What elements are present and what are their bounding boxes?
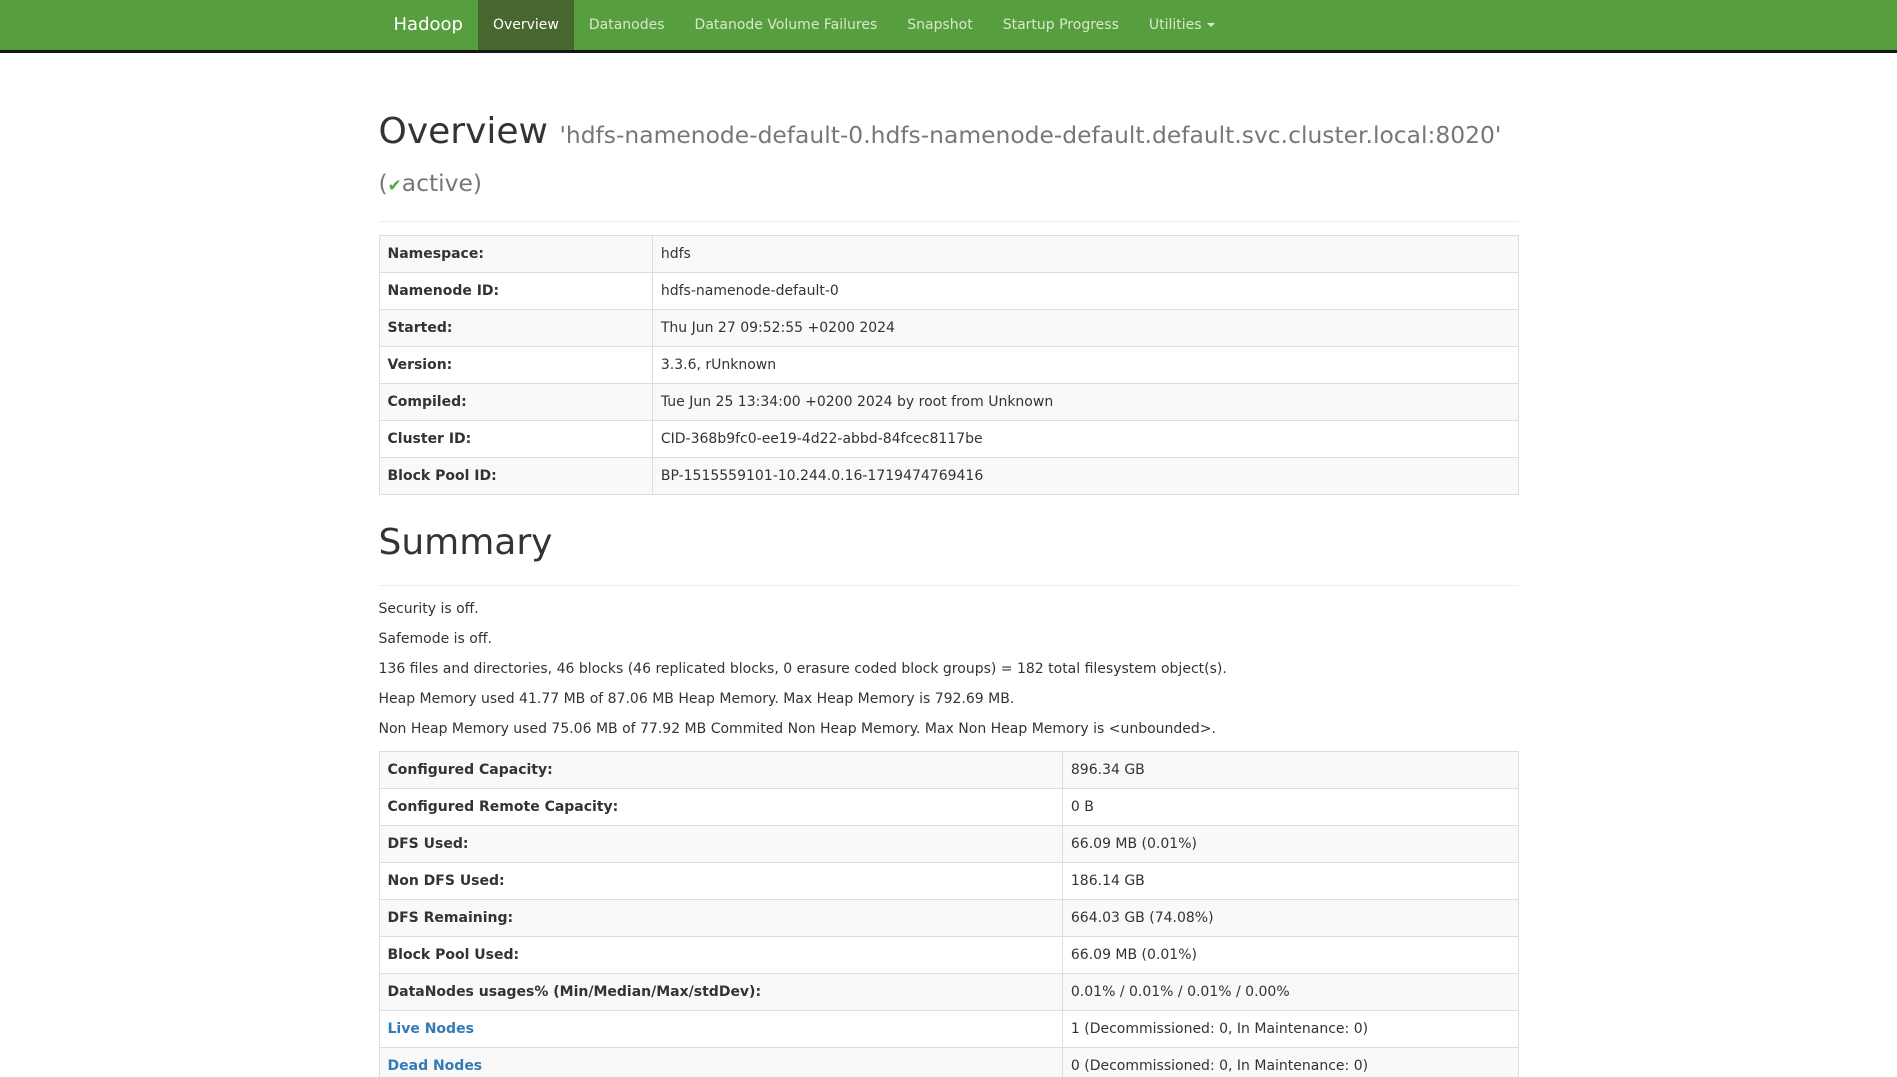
row-value: CID-368b9fc0-ee19-4d22-abbd-84fcec8117be <box>652 421 1518 458</box>
navbar-menu: OverviewDatanodesDatanode Volume Failure… <box>478 0 1230 50</box>
main-content: Overview 'hdfs-namenode-default-0.hdfs-n… <box>364 108 1534 1077</box>
row-label: Non DFS Used: <box>379 862 1062 899</box>
table-row: Cluster ID:CID-368b9fc0-ee19-4d22-abbd-8… <box>379 421 1518 458</box>
table-row: Live Nodes 1 (Decommissioned: 0, In Maint… <box>379 1010 1518 1047</box>
nav-item: Overview <box>478 0 574 50</box>
row-value: Thu Jun 27 09:52:55 +0200 2024 <box>652 310 1518 347</box>
table-row: Compiled:Tue Jun 25 13:34:00 +0200 2024 … <box>379 384 1518 421</box>
row-label: Dead Nodes <box>379 1047 1062 1077</box>
namenode-info-table: Namespace:hdfsNamenode ID:hdfs-namenode-… <box>379 235 1519 495</box>
nav-item: Datanode Volume Failures <box>680 0 893 50</box>
nav-item: Startup Progress <box>988 0 1134 50</box>
summary-heading: Summary <box>379 519 1519 567</box>
row-label: Namenode ID: <box>379 273 652 310</box>
summary-line: Heap Memory used 41.77 MB of 87.06 MB He… <box>379 689 1519 709</box>
table-row: Started:Thu Jun 27 09:52:55 +0200 2024 <box>379 310 1518 347</box>
row-value: 66.09 MB (0.01%) <box>1062 825 1518 862</box>
check-icon: ✔ <box>388 175 402 195</box>
table-row: Dead Nodes 0 (Decommissioned: 0, In Maint… <box>379 1047 1518 1077</box>
nav-link-snapshot[interactable]: Snapshot <box>892 0 987 50</box>
row-label: DFS Remaining: <box>379 899 1062 936</box>
page-title-text: Overview <box>379 111 549 152</box>
table-row: Block Pool ID:BP-1515559101-10.244.0.16-… <box>379 458 1518 495</box>
row-value: 0 B <box>1062 788 1518 825</box>
row-value: 1 (Decommissioned: 0, In Maintenance: 0) <box>1062 1010 1518 1047</box>
row-value: BP-1515559101-10.244.0.16-1719474769416 <box>652 458 1518 495</box>
table-row: Version:3.3.6, rUnknown <box>379 347 1518 384</box>
row-value: 3.3.6, rUnknown <box>652 347 1518 384</box>
row-label: Configured Capacity: <box>379 751 1062 788</box>
nav-link-datanode-volume-failures[interactable]: Datanode Volume Failures <box>680 0 893 50</box>
nav-link-startup-progress[interactable]: Startup Progress <box>988 0 1134 50</box>
row-label: Block Pool ID: <box>379 458 652 495</box>
table-row: Non DFS Used:186.14 GB <box>379 862 1518 899</box>
table-row: Configured Remote Capacity:0 B <box>379 788 1518 825</box>
table-row: Configured Capacity:896.34 GB <box>379 751 1518 788</box>
row-value: Tue Jun 25 13:34:00 +0200 2024 by root f… <box>652 384 1518 421</box>
row-value: 0 (Decommissioned: 0, In Maintenance: 0) <box>1062 1047 1518 1077</box>
live-nodes-link[interactable]: Live Nodes <box>388 1021 474 1037</box>
row-label: DFS Used: <box>379 825 1062 862</box>
row-label: Block Pool Used: <box>379 936 1062 973</box>
row-label: Namespace: <box>379 236 652 273</box>
table-row: DFS Remaining:664.03 GB (74.08%) <box>379 899 1518 936</box>
row-label: Started: <box>379 310 652 347</box>
table-row: DataNodes usages% (Min/Median/Max/stdDev… <box>379 973 1518 1010</box>
row-value: hdfs-namenode-default-0 <box>652 273 1518 310</box>
row-value: 66.09 MB (0.01%) <box>1062 936 1518 973</box>
summary-paragraphs: Security is off. Safemode is off. 136 file… <box>379 599 1519 739</box>
nav-item: Datanodes <box>574 0 680 50</box>
dead-nodes-link[interactable]: Dead Nodes <box>388 1058 483 1074</box>
divider <box>379 585 1519 586</box>
namenode-status: (✔active) <box>379 169 483 197</box>
summary-line: Safemode is off. <box>379 629 1519 649</box>
row-value: hdfs <box>652 236 1518 273</box>
summary-line: Non Heap Memory used 75.06 MB of 77.92 M… <box>379 719 1519 739</box>
summary-metrics-table: Configured Capacity:896.34 GBConfigured … <box>379 751 1519 1077</box>
row-label: Cluster ID: <box>379 421 652 458</box>
nav-link-datanodes[interactable]: Datanodes <box>574 0 680 50</box>
summary-line: Security is off. <box>379 599 1519 619</box>
row-value: 896.34 GB <box>1062 751 1518 788</box>
table-row: DFS Used:66.09 MB (0.01%) <box>379 825 1518 862</box>
caret-down-icon <box>1207 23 1215 27</box>
navbar: Hadoop OverviewDatanodesDatanode Volume … <box>0 0 1897 53</box>
namenode-address: 'hdfs-namenode-default-0.hdfs-namenode-d… <box>559 121 1501 149</box>
nav-link-utilities[interactable]: Utilities <box>1134 0 1230 50</box>
nav-item: Snapshot <box>892 0 987 50</box>
row-value: 664.03 GB (74.08%) <box>1062 899 1518 936</box>
row-value: 186.14 GB <box>1062 862 1518 899</box>
status-text: active <box>402 169 473 197</box>
row-label: Live Nodes <box>379 1010 1062 1047</box>
page-title: Overview 'hdfs-namenode-default-0.hdfs-n… <box>379 108 1519 203</box>
table-row: Namespace:hdfs <box>379 236 1518 273</box>
row-value: 0.01% / 0.01% / 0.01% / 0.00% <box>1062 973 1518 1010</box>
row-label: Version: <box>379 347 652 384</box>
table-row: Namenode ID:hdfs-namenode-default-0 <box>379 273 1518 310</box>
nav-item: Utilities <box>1134 0 1230 50</box>
row-label: Configured Remote Capacity: <box>379 788 1062 825</box>
summary-line: 136 files and directories, 46 blocks (46… <box>379 659 1519 679</box>
divider <box>379 221 1519 222</box>
nav-link-overview[interactable]: Overview <box>478 0 574 50</box>
row-label: Compiled: <box>379 384 652 421</box>
table-row: Block Pool Used:66.09 MB (0.01%) <box>379 936 1518 973</box>
row-label: DataNodes usages% (Min/Median/Max/stdDev… <box>379 973 1062 1010</box>
navbar-brand[interactable]: Hadoop <box>379 0 478 50</box>
